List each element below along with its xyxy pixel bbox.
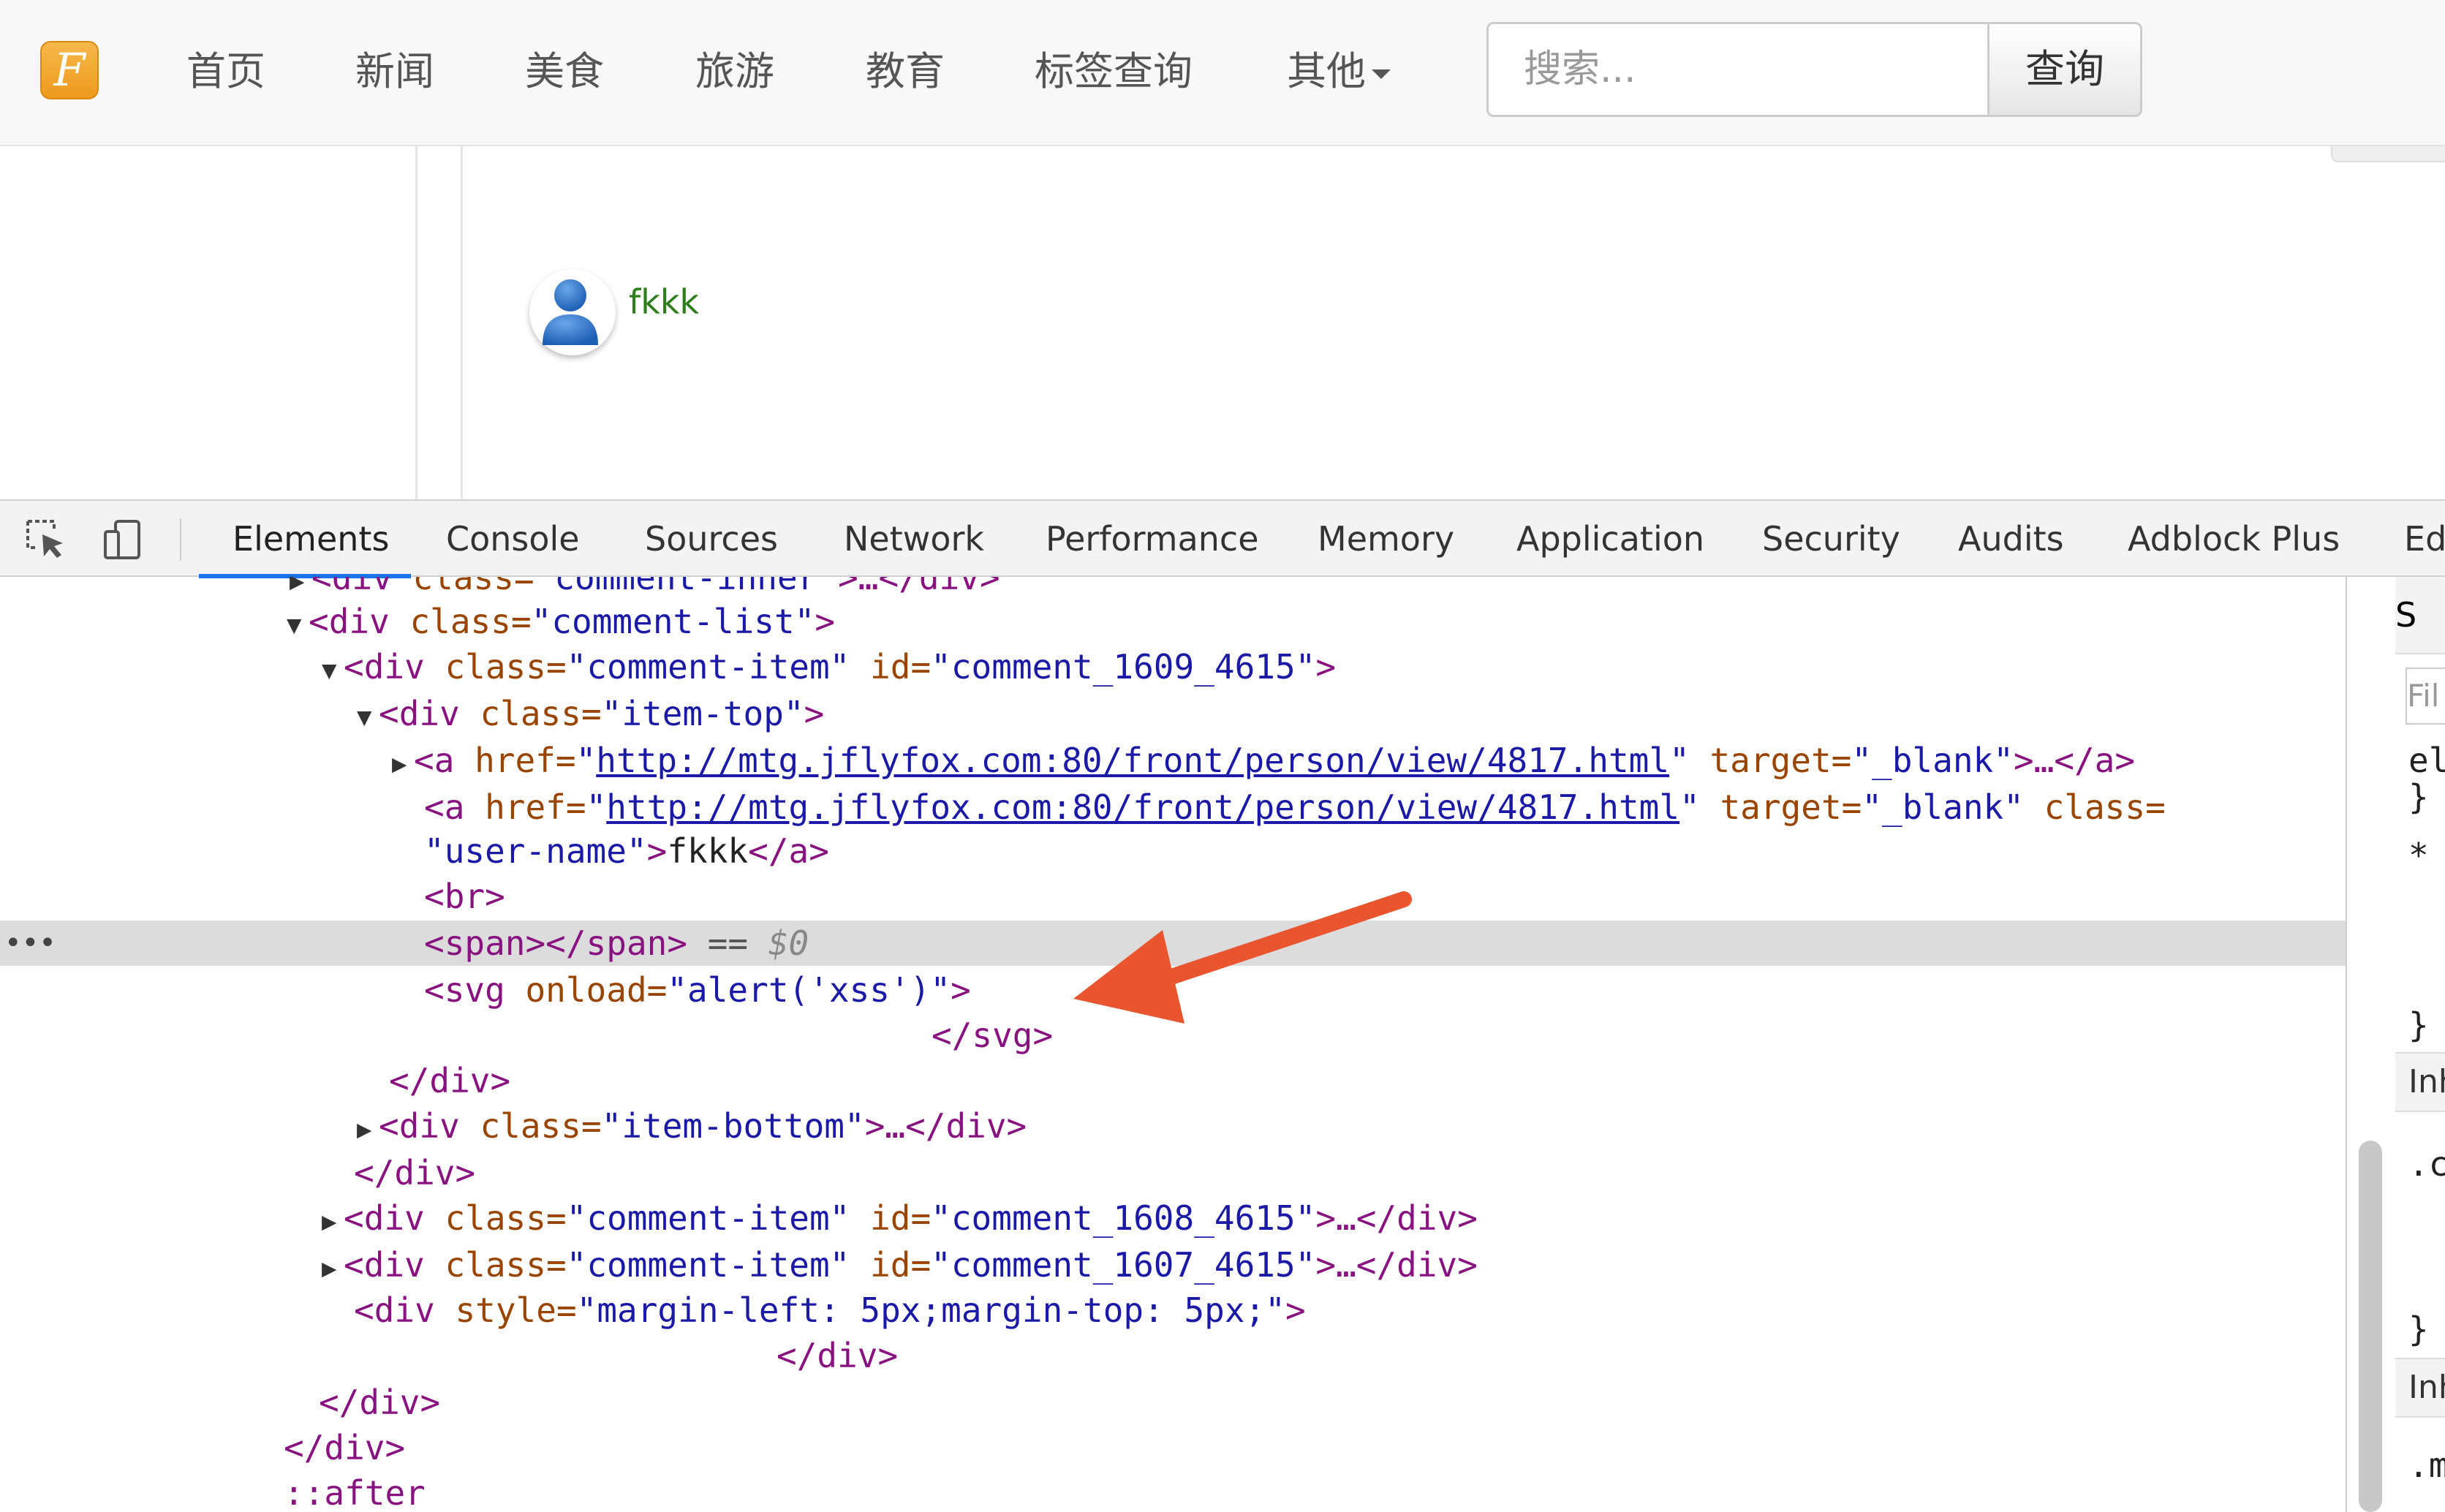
inherited-header: Inh [2395,1358,2445,1418]
nav-food[interactable]: 美食 [525,42,604,101]
user-silhouette-icon [543,279,598,345]
nav-travel[interactable]: 旅游 [695,42,774,101]
styles-filter-input[interactable]: Fil [2406,668,2445,725]
dom-node-close[interactable]: </div> [0,1425,2346,1470]
style-rule-text: .c [2408,1144,2445,1184]
tab-styles[interactable]: S [2395,577,2445,654]
toolbar-separator [180,518,181,561]
collapse-triangle-icon[interactable]: ▼ [287,602,309,648]
search-input[interactable]: 搜索... [1486,22,1989,117]
dom-node[interactable]: ▼ <div class="item-top"> [0,691,2346,736]
dom-scrollbar-thumb[interactable] [2359,1141,2382,1512]
nav-education[interactable]: 教育 [866,42,945,101]
nav-home[interactable]: 首页 [186,42,265,101]
dom-node[interactable]: ▶ <div class="item-bottom">…</div> [0,1103,2346,1149]
nav-tag-search[interactable]: 标签查询 [1035,42,1193,101]
tab-adblock-plus[interactable]: Adblock Plus [2128,501,2340,577]
caret-down-icon [1372,69,1391,79]
panel-edge [2331,146,2445,162]
nav-more-dropdown[interactable]: 其他 [1287,42,1391,101]
expand-triangle-icon[interactable]: ▶ [392,741,414,787]
tab-application[interactable]: Application [1516,501,1704,577]
inspect-element-icon[interactable] [22,515,70,564]
style-rule-text: } [2408,1309,2429,1349]
dom-node-close[interactable]: </div> [0,1150,2346,1195]
device-toggle-icon[interactable] [99,515,148,564]
devtools-toolbar: Elements Console Sources Network Perform… [0,499,2445,578]
column-divider [415,146,417,499]
user-avatar[interactable] [529,269,616,355]
more-options-icon[interactable]: ••• [4,921,56,966]
href-link[interactable]: http://mtg.jflyfox.com:80/front/person/v… [606,787,1679,827]
dom-tree: ▶ <div class="comment-inner">…</div> ▼ <di… [0,577,2346,1512]
dom-node[interactable]: ▶ <a href="http://mtg.jflyfox.com:80/fron… [0,738,2346,783]
dom-node-close[interactable]: </div> [0,1380,2346,1425]
inherited-header: Inh [2395,1052,2445,1112]
dom-node-close[interactable]: </div> [0,1333,2346,1378]
collapse-triangle-icon[interactable]: ▼ [357,695,379,740]
dom-node[interactable]: ▶ <div class="comment-item" id="comment_1… [0,1242,2346,1288]
href-link[interactable]: http://mtg.jflyfox.com:80/front/person/v… [596,741,1669,780]
dom-node[interactable]: ▶ <div class="comment-inner">…</div> [0,577,2346,600]
tab-security[interactable]: Security [1762,501,1900,577]
dom-node[interactable]: <div style="margin-left: 5px;margin-top:… [0,1288,2346,1333]
site-navbar: F 首页 新闻 美食 旅游 教育 标签查询 其他 搜索... 查询 [0,0,2445,146]
nav-news[interactable]: 新闻 [355,42,434,101]
tab-editor[interactable]: Ed [2404,501,2445,577]
tab-elements[interactable]: Elements [233,501,389,577]
page-content: fkkk [0,146,2445,499]
style-rule-text: * [2408,836,2429,875]
dom-node-continuation[interactable]: "user-name">fkkk</a> [0,828,2346,874]
style-rule-text: .m [2408,1445,2445,1485]
tab-console[interactable]: Console [446,501,580,577]
column-divider [461,146,463,499]
style-rule-text: } [2408,1005,2429,1045]
annotation-arrow-icon [1073,891,1412,1024]
nav-more-label: 其他 [1287,48,1366,94]
tab-audits[interactable]: Audits [1958,501,2064,577]
tab-sources[interactable]: Sources [645,501,778,577]
style-rule-text: } [2408,777,2429,817]
dom-node[interactable]: ▶ <div class="comment-item" id="comment_1… [0,1195,2346,1241]
expand-triangle-icon[interactable]: ▶ [322,1246,344,1291]
tab-memory[interactable]: Memory [1318,501,1454,577]
tab-performance[interactable]: Performance [1046,501,1259,577]
collapse-triangle-icon[interactable]: ▼ [322,648,344,693]
expand-triangle-icon[interactable]: ▶ [322,1199,344,1244]
search-button[interactable]: 查询 [1987,22,2142,117]
dom-node[interactable]: ▼ <div class="comment-list"> [0,599,2346,644]
site-logo[interactable]: F [40,41,99,99]
tab-network[interactable]: Network [844,501,984,577]
dom-pseudo-after[interactable]: ::after [0,1470,2346,1512]
dom-node[interactable]: ▼ <div class="comment-item" id="comment_1… [0,644,2346,689]
dom-node[interactable]: <a href="http://mtg.jflyfox.com:80/front… [0,785,2346,830]
expand-triangle-icon[interactable]: ▶ [357,1107,379,1152]
comment-username-link[interactable]: fkkk [629,282,699,322]
dom-node-close[interactable]: </div> [0,1058,2346,1103]
